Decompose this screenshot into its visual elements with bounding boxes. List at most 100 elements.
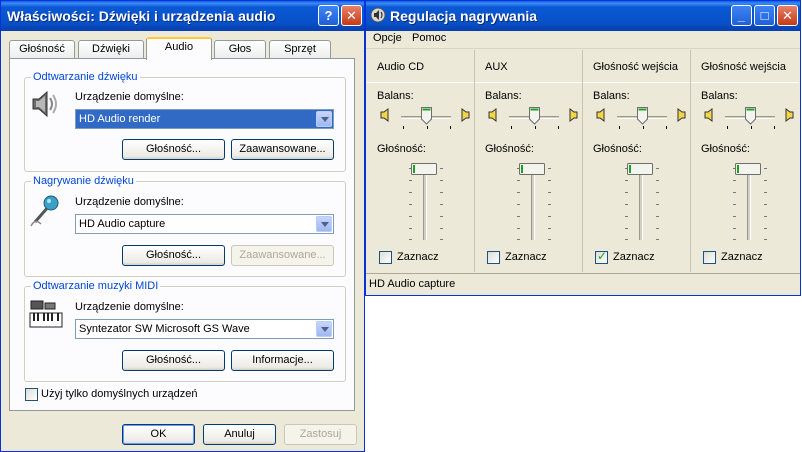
tab-volume[interactable]: Głośność: [9, 40, 75, 59]
chevron-down-icon[interactable]: [316, 321, 332, 337]
chevron-down-icon[interactable]: [316, 111, 332, 127]
maximize-button[interactable]: □: [754, 5, 775, 26]
mixer-channel: Głośność wejścia Balans: Głośność:: [583, 50, 691, 272]
mixer-close-button[interactable]: ✕: [777, 5, 798, 26]
left-speaker-icon: [596, 108, 605, 122]
volume-label: Głośność:: [377, 143, 426, 155]
mixer-channel: Audio CD Balans: Głośność: Zaznacz: [367, 50, 475, 272]
channel-select-label: Zaznacz: [613, 251, 655, 263]
balance-slider-thumb[interactable]: [421, 107, 432, 125]
channel-select-label: Zaznacz: [505, 251, 547, 263]
playback-volume-button[interactable]: Głośność...: [122, 139, 225, 160]
playback-device-select[interactable]: HD Audio render: [75, 109, 334, 129]
volume-slider-track[interactable]: [531, 168, 535, 240]
channel-select-checkbox[interactable]: [379, 251, 392, 264]
mixer-window-title: Regulacja nagrywania: [390, 8, 538, 24]
volume-slider-thumb[interactable]: [735, 163, 761, 175]
left-speaker-icon: [704, 108, 713, 122]
tab-audio[interactable]: Audio: [146, 37, 212, 60]
channel-name: Głośność wejścia: [593, 61, 678, 73]
playback-default-label: Urządzenie domyślne:: [75, 91, 184, 103]
left-speaker-icon: [488, 108, 497, 122]
balance-slider-thumb[interactable]: [637, 107, 648, 125]
channel-select-checkbox[interactable]: [595, 249, 608, 264]
volume-ticks-right: [764, 168, 767, 240]
recording-default-label: Urządzenie domyślne:: [75, 196, 184, 208]
balance-ticks: [727, 126, 775, 129]
cancel-button[interactable]: Anuluj: [203, 424, 276, 445]
balance-label: Balans:: [701, 90, 738, 102]
recording-volume-button[interactable]: Głośność...: [122, 245, 225, 266]
channel-separator: [475, 82, 582, 83]
tab-sounds[interactable]: Dźwięki: [78, 40, 144, 59]
midi-default-label: Urządzenie domyślne:: [75, 301, 184, 313]
channel-select-checkbox[interactable]: [703, 251, 716, 264]
balance-label: Balans:: [593, 90, 630, 102]
volume-ticks-right: [548, 168, 551, 240]
apply-button[interactable]: Zastosuj: [284, 424, 357, 445]
channel-separator: [583, 82, 690, 83]
mixer-status-bar: HD Audio capture: [366, 273, 800, 295]
channel-name: AUX: [485, 61, 508, 73]
ok-button[interactable]: OK: [122, 424, 195, 445]
channel-name: Głośność wejścia: [701, 61, 786, 73]
right-speaker-icon: [677, 108, 686, 122]
balance-ticks: [511, 126, 559, 129]
mixer-titlebar[interactable]: Regulacja nagrywania _ □ ✕: [366, 1, 800, 31]
channel-name: Audio CD: [377, 61, 425, 73]
recording-device-select[interactable]: HD Audio capture: [75, 214, 334, 234]
microphone-icon: [30, 195, 59, 227]
mixer-channel: Głośność wejścia Balans: Głośność:: [691, 50, 799, 272]
midi-info-button[interactable]: Informacje...: [231, 350, 334, 371]
only-default-checkbox[interactable]: [25, 388, 38, 401]
volume-slider-thumb[interactable]: [627, 163, 653, 175]
volume-ticks-left: [517, 168, 520, 240]
volume-ticks-right: [440, 168, 443, 240]
minimize-button[interactable]: _: [731, 5, 752, 26]
volume-label: Głośność:: [485, 143, 534, 155]
midi-device-value: Syntezator SW Microsoft GS Wave: [79, 323, 250, 335]
recording-device-value: HD Audio capture: [79, 218, 166, 230]
volume-slider-track[interactable]: [747, 168, 751, 240]
recording-advanced-button[interactable]: Zaawansowane...: [231, 245, 334, 266]
volume-ticks-left: [733, 168, 736, 240]
volume-slider-track[interactable]: [423, 168, 427, 240]
balance-label: Balans:: [485, 90, 522, 102]
properties-window-title: Właściwości: Dźwięki i urządzenia audio: [7, 8, 276, 24]
balance-label: Balans:: [377, 90, 414, 102]
midi-group: Odtwarzanie muzyki MIDI Urządzenie domyś…: [24, 280, 346, 382]
right-speaker-icon: [461, 108, 470, 122]
chevron-down-icon[interactable]: [316, 216, 332, 232]
only-default-label: Użyj tylko domyślnych urządzeń: [41, 388, 198, 400]
menu-help[interactable]: Pomoc: [412, 32, 446, 44]
volume-label: Głośność:: [701, 143, 750, 155]
sound-properties-window: Właściwości: Dźwięki i urządzenia audio …: [0, 0, 365, 452]
speaker-icon: [32, 90, 57, 118]
right-speaker-icon: [569, 108, 578, 122]
volume-slider-thumb[interactable]: [411, 163, 437, 175]
midi-volume-button[interactable]: Głośność...: [122, 350, 225, 371]
midi-group-title: Odtwarzanie muzyki MIDI: [31, 280, 161, 292]
midi-device-select[interactable]: Syntezator SW Microsoft GS Wave: [75, 319, 334, 339]
balance-slider-thumb[interactable]: [745, 107, 756, 125]
volume-slider-thumb[interactable]: [519, 163, 545, 175]
menu-options[interactable]: Opcje: [373, 32, 402, 44]
channel-separator: [691, 82, 799, 83]
properties-close-button[interactable]: ✕: [341, 5, 362, 26]
mixer-menubar: Opcje Pomoc: [366, 31, 800, 49]
midi-keyboard-icon: [29, 300, 63, 328]
playback-advanced-button[interactable]: Zaawansowane...: [231, 139, 334, 160]
playback-group-title: Odtwarzanie dźwięku: [31, 71, 140, 83]
volume-ticks-left: [409, 168, 412, 240]
channel-select-checkbox[interactable]: [487, 251, 500, 264]
tab-voice[interactable]: Głos: [214, 40, 266, 59]
left-speaker-icon: [380, 108, 389, 122]
properties-titlebar[interactable]: Właściwości: Dźwięki i urządzenia audio …: [1, 1, 364, 31]
volume-slider-track[interactable]: [639, 168, 643, 240]
channel-select-label: Zaznacz: [397, 251, 439, 263]
volume-ticks-left: [625, 168, 628, 240]
help-button[interactable]: ?: [318, 5, 339, 26]
mixer-channel: AUX Balans: Głośność: Zaznacz: [475, 50, 583, 272]
balance-slider-thumb[interactable]: [529, 107, 540, 125]
tab-hardware[interactable]: Sprzęt: [269, 40, 331, 59]
